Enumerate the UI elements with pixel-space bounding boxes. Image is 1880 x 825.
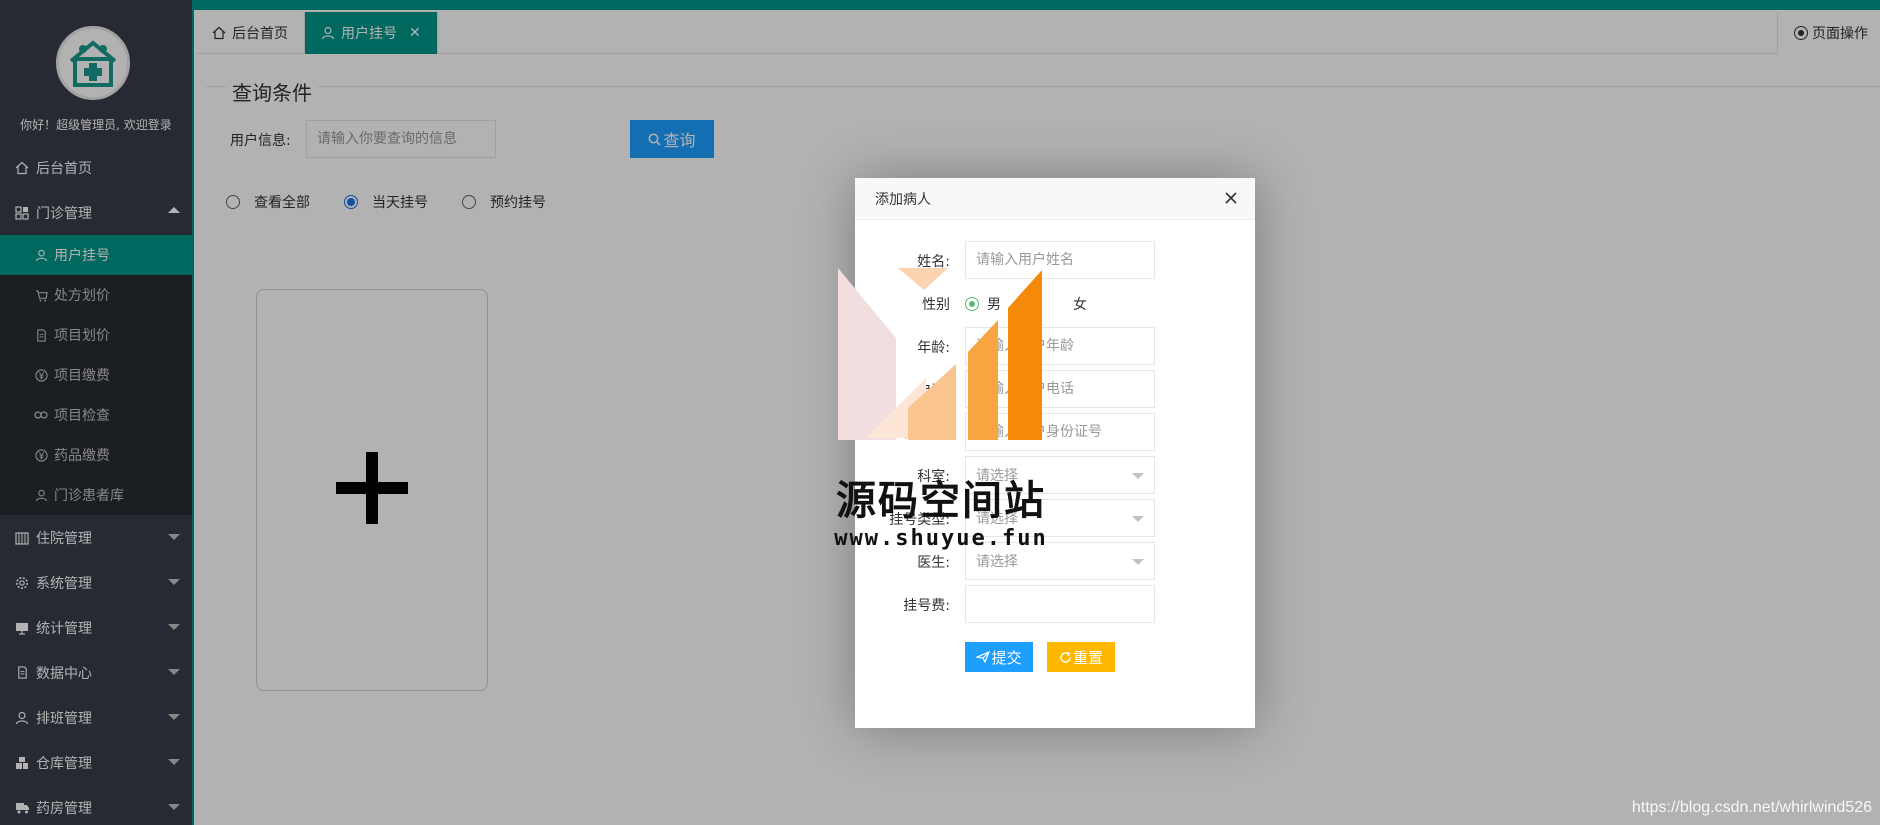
send-icon: [976, 651, 991, 663]
doctor-label: 医生:: [917, 555, 950, 571]
submit-button-label: 提交: [991, 648, 1022, 667]
chevron-down-icon: [1132, 559, 1144, 565]
fee-label: 挂号费:: [903, 598, 950, 614]
gender-female-radio[interactable]: 女: [1051, 294, 1087, 314]
watermark-title: 源码空间站: [836, 478, 1046, 524]
refresh-icon: [1059, 650, 1072, 664]
add-patient-dialog: 添加病人 姓名: 性别 男 女 年龄: 电话: 证件号: 科室: 请选择 挂号类…: [855, 178, 1255, 728]
reset-button[interactable]: 重置: [1047, 642, 1115, 672]
close-icon[interactable]: [1223, 190, 1239, 206]
watermark-logo: [836, 268, 1046, 440]
reset-button-label: 重置: [1072, 648, 1103, 667]
submit-button[interactable]: 提交: [965, 642, 1033, 672]
dialog-title: 添加病人: [875, 191, 931, 208]
fee-input[interactable]: [965, 585, 1155, 623]
form-row-fee: 挂号费:: [855, 585, 1255, 623]
watermark-url: www.shuyue.fun: [834, 526, 1048, 551]
chevron-down-icon: [1132, 473, 1144, 479]
csdn-credit: https://blog.csdn.net/whirlwind526: [1631, 799, 1872, 816]
chevron-down-icon: [1132, 516, 1144, 522]
dialog-header: 添加病人: [855, 178, 1255, 220]
